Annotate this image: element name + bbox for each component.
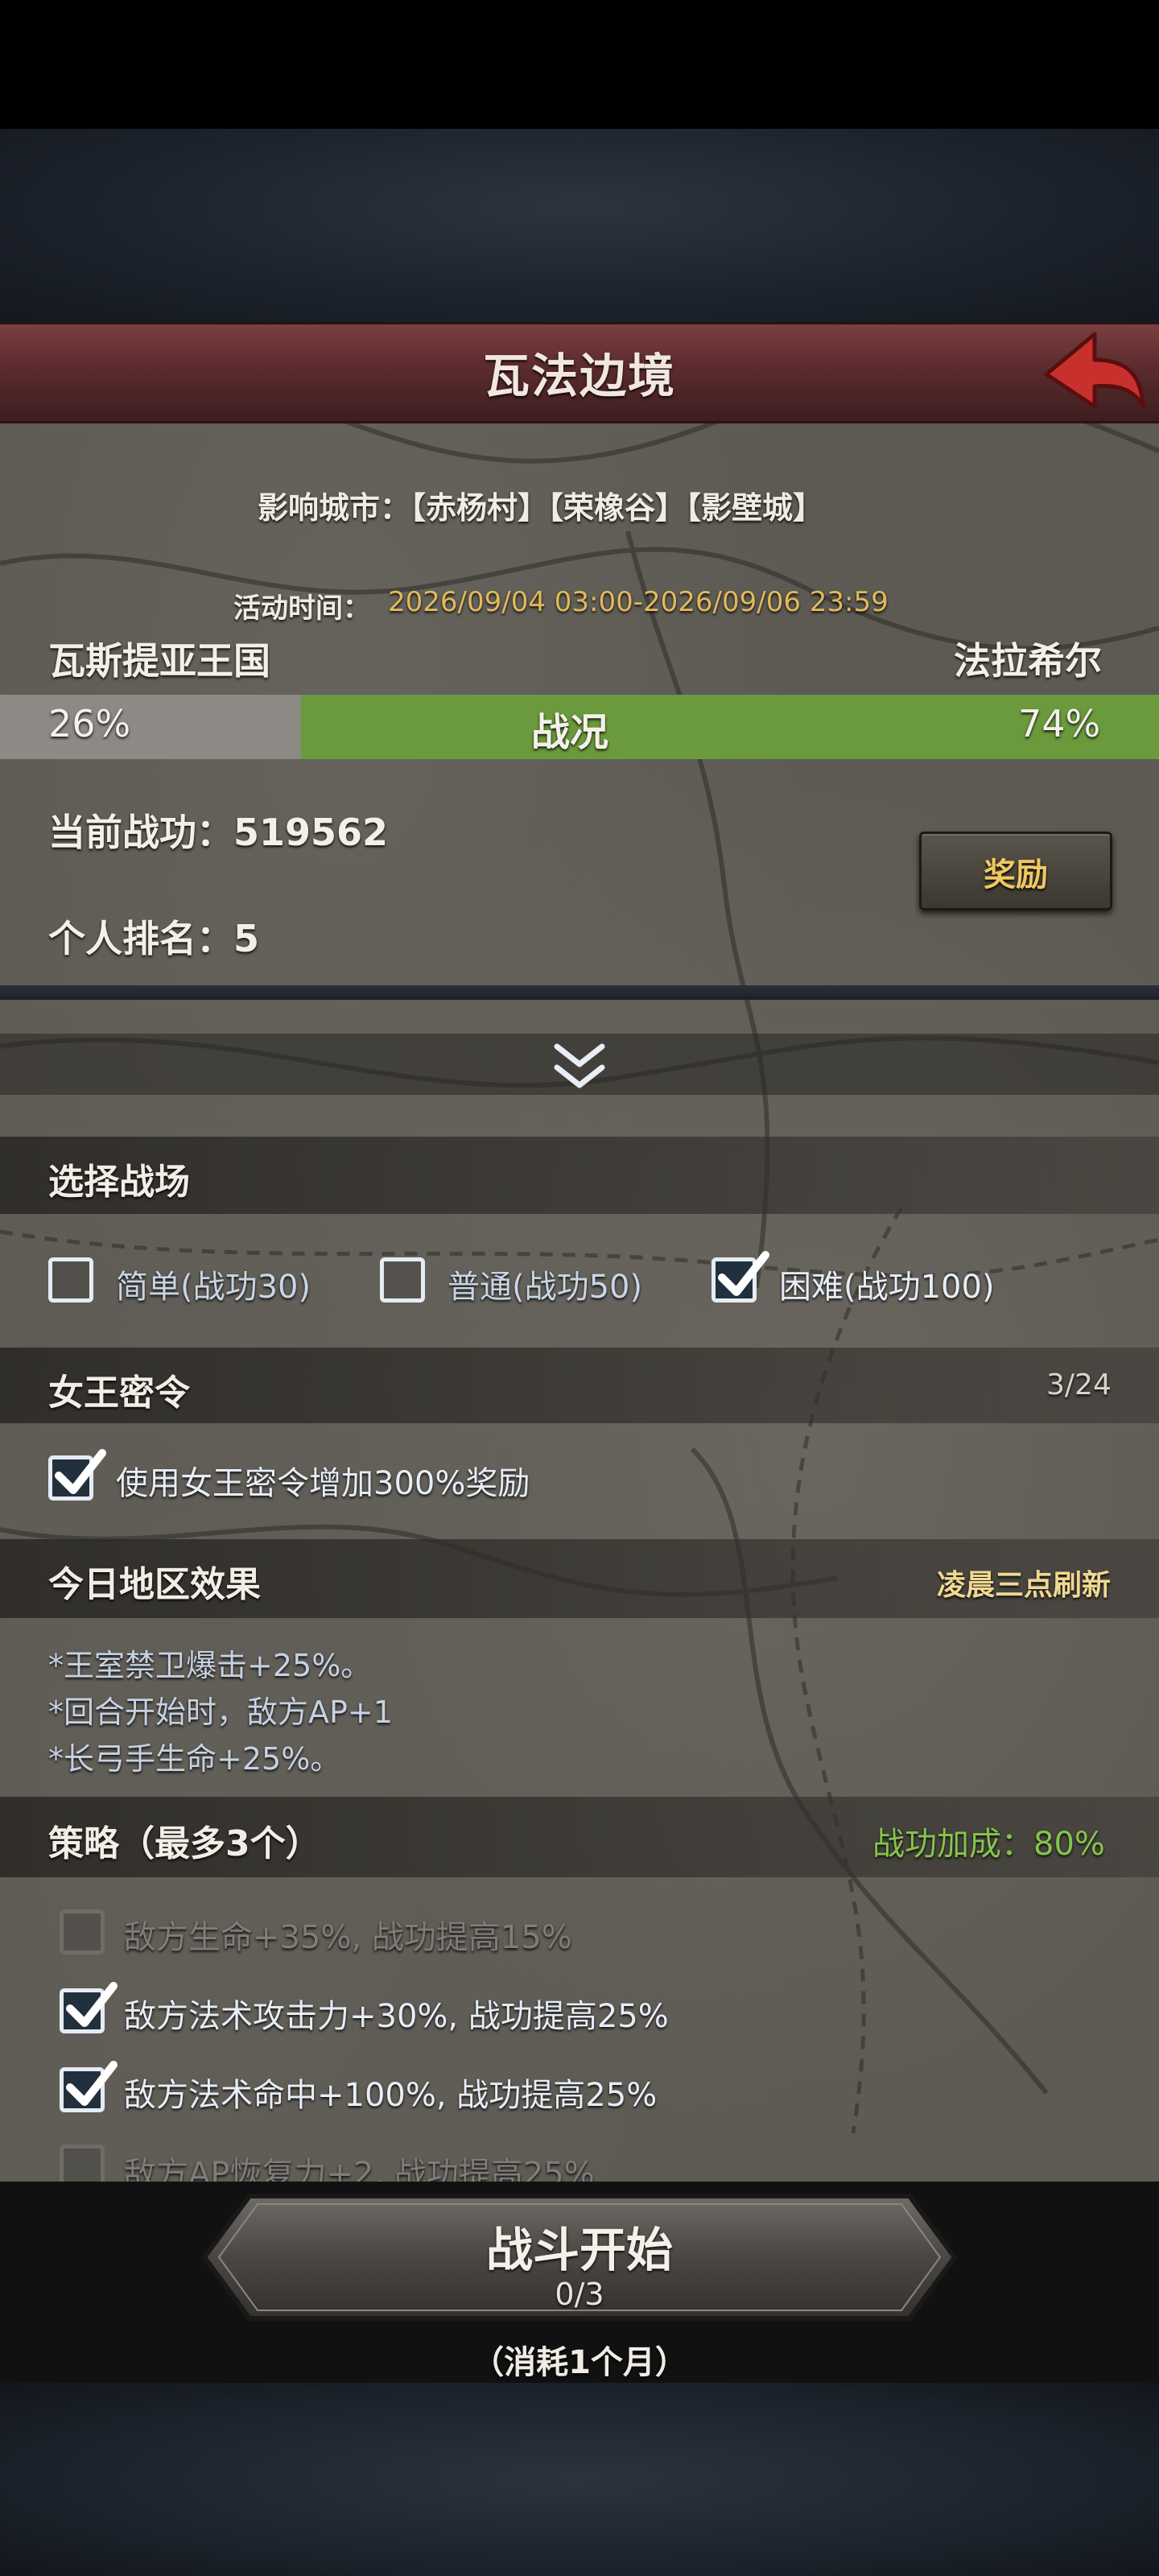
queen-order-title: 女王密令: [48, 1373, 190, 1414]
regional-effect-2: *回合开始时，敌方AP+1: [48, 1695, 393, 1730]
queen-order-count: 3/24: [1046, 1368, 1112, 1402]
strategy-option-3-checkbox[interactable]: [60, 2061, 118, 2112]
chevron-double-down-icon[interactable]: [547, 1038, 612, 1095]
checkmark-icon: [718, 1251, 769, 1296]
reward-button-label: 奖励: [984, 857, 1048, 894]
personal-rank: 个人排名：5: [48, 917, 260, 960]
page-title: 瓦法边境: [482, 349, 676, 403]
footer-backdrop: [0, 2383, 1159, 2576]
strategy-title: 策略（最多3个）: [48, 1823, 321, 1864]
right-faction-name: 法拉希尔: [954, 639, 1102, 683]
battle-cost: （消耗1个月）: [472, 2344, 687, 2381]
regional-effect-1: *王室禁卫爆击+25%。: [48, 1648, 372, 1683]
reward-button[interactable]: 奖励: [919, 832, 1112, 910]
strategy-bonus: 战功加成：80%: [872, 1826, 1105, 1863]
strategy-option-1-label: 敌方生命+35%, 战功提高15%: [124, 1919, 572, 1956]
strategy-option-2-checkbox[interactable]: [60, 1982, 118, 2033]
queen-order-checkbox[interactable]: [48, 1449, 106, 1501]
battlefield-title: 选择战场: [48, 1162, 190, 1203]
battlefield-easy-checkbox[interactable]: [48, 1257, 93, 1302]
status-bar-area: [0, 0, 1159, 129]
refresh-note: 凌晨三点刷新: [937, 1569, 1112, 1602]
right-percent: 74%: [1018, 702, 1101, 745]
battlefield-normal-label: 普通(战功50): [448, 1269, 643, 1306]
header-backdrop: [0, 129, 1159, 322]
start-battle-label: 战斗开始: [485, 2223, 673, 2277]
checkmark-icon: [66, 1982, 118, 2027]
left-faction-name: 瓦斯提亚王国: [48, 639, 270, 683]
strategy-option-2-label: 敌方法术攻击力+30%, 战功提高25%: [124, 1998, 669, 2035]
strategy-option-3-label: 敌方法术命中+100%, 战功提高25%: [124, 2077, 658, 2114]
checkmark-icon: [55, 1449, 106, 1494]
affected-cities: 影响城市：【赤杨村】【荣橡谷】【影壁城】: [258, 490, 824, 526]
queen-order-option-label: 使用女王密令增加300%奖励: [116, 1465, 530, 1502]
battlefield-hard-checkbox[interactable]: [711, 1251, 769, 1302]
war-bar-left-fill: [0, 695, 301, 759]
battlefield-normal-checkbox[interactable]: [380, 1257, 425, 1302]
current-merit: 当前战功：519562: [48, 811, 389, 854]
regional-effects-title: 今日地区效果: [48, 1564, 261, 1605]
checkmark-icon: [66, 2061, 118, 2106]
left-percent: 26%: [48, 702, 131, 745]
battlefield-hard-label: 困难(战功100): [779, 1269, 995, 1306]
strategy-option-1-checkbox[interactable]: [60, 1909, 105, 1955]
battlefield-easy-label: 简单(战功30): [116, 1269, 311, 1306]
start-battle-count: 0/3: [555, 2277, 604, 2312]
regional-effect-3: *长弓手生命+25%。: [48, 1741, 341, 1777]
event-time-label: 活动时间：: [233, 592, 370, 625]
divider: [0, 985, 1159, 1000]
war-status-label: 战况: [531, 710, 609, 755]
event-time-range: 2026/09/04 03:00-2026/09/06 23:59: [388, 586, 889, 618]
back-arrow-icon[interactable]: [1038, 326, 1151, 415]
